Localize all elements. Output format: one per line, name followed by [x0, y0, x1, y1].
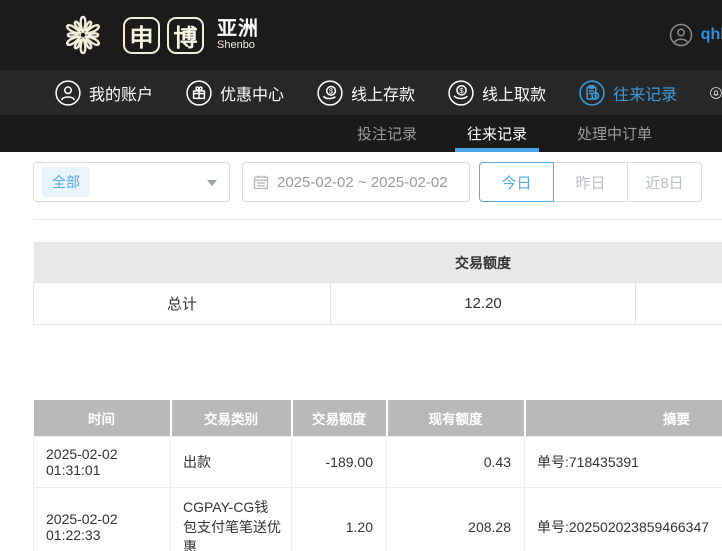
cell-summary: 单号:202502023859466347: [525, 487, 722, 551]
username[interactable]: qhh: [701, 26, 722, 44]
gift-icon: [186, 80, 212, 106]
nav-item-my-account[interactable]: 我的账户: [55, 80, 153, 106]
nav-item-deposit[interactable]: $ 线上存款: [317, 80, 415, 106]
tab-processing-orders[interactable]: 处理中订单: [565, 115, 664, 152]
nav-label: 线上取款: [482, 81, 546, 105]
flower-logo-icon: [55, 7, 111, 63]
records-icon: [579, 80, 605, 106]
summary-header-empty-2: [636, 243, 722, 283]
yesterday-button[interactable]: 昨日: [553, 162, 628, 202]
quick-range-group: 今日 昨日 近8日: [479, 162, 702, 202]
calendar-icon: [253, 174, 269, 190]
chevron-down-icon: [207, 180, 217, 186]
brand-region: 亚洲: [217, 19, 259, 40]
filter-bar: 全部 2025-02-02 ~ 2025-02-02 今日 昨日 近8日: [33, 162, 722, 202]
notifications-bell-icon[interactable]: [710, 79, 722, 107]
tab-label: 往来记录: [467, 123, 527, 144]
tab-betting-records[interactable]: 投注记录: [345, 115, 429, 152]
summary-total-value: 12.20: [331, 283, 636, 325]
last-8-days-button[interactable]: 近8日: [627, 162, 702, 202]
brand-bar: 申 博 亚洲 Shenbo qhh: [0, 0, 722, 70]
brand-region-block: 亚洲 Shenbo: [217, 19, 259, 52]
summary-row: 总计 12.20: [34, 283, 722, 325]
cell-type: 出款: [171, 436, 292, 487]
tab-label: 处理中订单: [577, 123, 652, 144]
nav-label: 优惠中心: [220, 81, 284, 105]
cell-amount: -189.00: [292, 436, 387, 487]
transactions-header-row: 时间 交易类别 交易额度 现有额度 摘要: [34, 400, 722, 436]
record-tabs: 投注记录 往来记录 处理中订单: [0, 115, 722, 152]
summary-total-label: 总计: [34, 283, 331, 325]
table-row: 2025-02-02 01:22:33 CGPAY-CG钱包支付笔笔送优惠 1.…: [34, 487, 722, 551]
category-selected-tag[interactable]: 全部: [42, 167, 90, 197]
cell-type: CGPAY-CG钱包支付笔笔送优惠: [171, 487, 292, 551]
brand-name-boxes: 申 博: [123, 17, 204, 54]
main-nav: 我的账户 优惠中心 $ 线上存款 $ 线上取款: [0, 70, 722, 115]
summary-empty-cell: [636, 283, 722, 325]
withdraw-icon: $: [448, 80, 474, 106]
cell-balance: 208.28: [387, 487, 525, 551]
avatar-icon: [669, 23, 693, 47]
cell-time: 2025-02-02 01:22:33: [34, 487, 171, 551]
user-chip[interactable]: qhh: [669, 23, 722, 47]
col-header-type: 交易类别: [171, 400, 292, 436]
nav-item-transactions[interactable]: 往来记录: [579, 80, 677, 106]
brand-logo[interactable]: 申 博 亚洲 Shenbo: [55, 7, 259, 63]
cell-summary: 单号:718435391: [525, 436, 722, 487]
date-range-input[interactable]: 2025-02-02 ~ 2025-02-02: [242, 162, 470, 202]
brand-subtitle: Shenbo: [217, 40, 259, 52]
user-icon: [55, 80, 81, 106]
nav-label: 线上存款: [351, 81, 415, 105]
tab-transaction-records[interactable]: 往来记录: [455, 115, 539, 152]
nav-item-promotions[interactable]: 优惠中心: [186, 80, 284, 106]
date-range-value: 2025-02-02 ~ 2025-02-02: [277, 174, 448, 191]
nav-label: 往来记录: [613, 81, 677, 105]
nav-item-withdraw[interactable]: $ 线上取款: [448, 80, 546, 106]
tab-label: 投注记录: [357, 123, 417, 144]
summary-table: 交易额度 总计 12.20: [33, 242, 722, 325]
deposit-icon: $: [317, 80, 343, 106]
col-header-time: 时间: [34, 400, 171, 436]
today-button[interactable]: 今日: [479, 162, 554, 202]
nav-label: 我的账户: [89, 81, 153, 105]
category-select[interactable]: 全部: [33, 162, 230, 202]
col-header-summary: 摘要: [525, 400, 722, 436]
brand-char-shen: 申: [123, 17, 160, 54]
col-header-amount: 交易额度: [292, 400, 387, 436]
table-row: 2025-02-02 01:31:01 出款 -189.00 0.43 单号:7…: [34, 436, 722, 487]
section-divider: [33, 219, 722, 220]
cell-balance: 0.43: [387, 436, 525, 487]
cell-amount: 1.20: [292, 487, 387, 551]
col-header-balance: 现有额度: [387, 400, 525, 436]
cell-time: 2025-02-02 01:31:01: [34, 436, 171, 487]
transactions-table: 时间 交易类别 交易额度 现有额度 摘要 2025-02-02 01:31:01…: [33, 400, 722, 551]
summary-header-empty: [34, 243, 331, 283]
brand-char-bo: 博: [167, 17, 204, 54]
summary-header-amount: 交易额度: [331, 243, 636, 283]
